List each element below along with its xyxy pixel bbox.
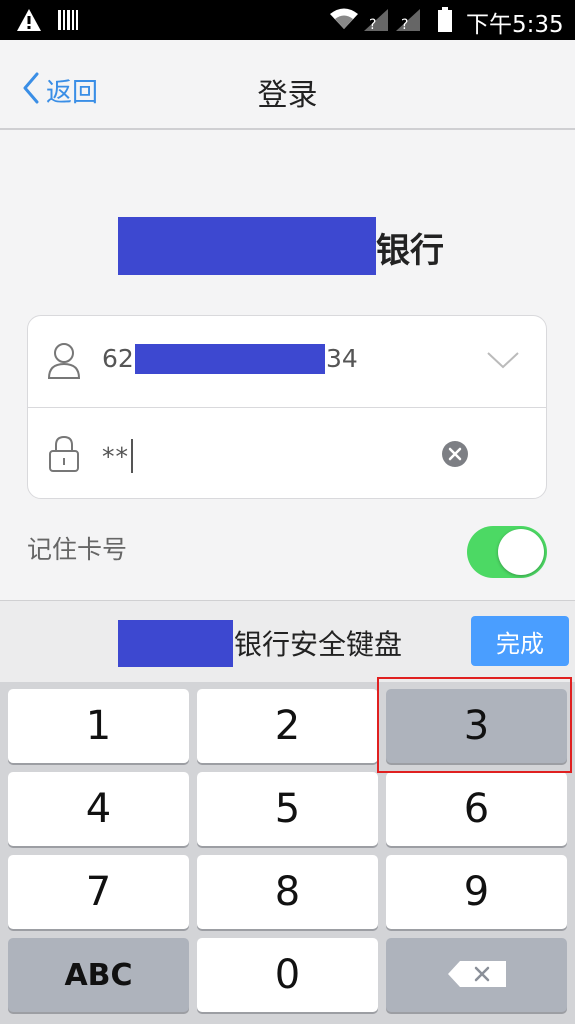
signal-icon: ?: [362, 8, 390, 36]
status-bar: ? ? 下午5:35: [0, 0, 575, 40]
password-value: **: [102, 441, 129, 471]
key-6[interactable]: 6: [386, 772, 567, 846]
battery-icon: [437, 7, 453, 37]
card-divider: [28, 407, 546, 408]
status-time: 下午5:35: [466, 12, 564, 38]
password-input[interactable]: **: [102, 436, 133, 476]
key-5[interactable]: 5: [197, 772, 378, 846]
remember-card-label: 记住卡号: [27, 535, 128, 564]
bank-name-redaction: [118, 217, 376, 275]
numeric-keypad: 1 2 3 4 5 6 7 8 9 ABC 0: [0, 682, 575, 1024]
key-abc[interactable]: ABC: [8, 938, 189, 1012]
done-button[interactable]: 完成: [471, 616, 569, 666]
page-title: 登录: [257, 78, 318, 113]
lock-icon: [46, 434, 82, 478]
key-0[interactable]: 0: [197, 938, 378, 1012]
wifi-icon: [329, 7, 359, 35]
account-number-redaction: [135, 344, 325, 374]
remember-card-toggle[interactable]: [467, 526, 547, 578]
login-screen: ? ? 下午5:35 返回 登录 银行 62 34 ** 记住卡号 银行安全键盘…: [0, 0, 575, 1024]
keyboard-bank-redaction: [118, 620, 233, 667]
account-number-prefix: 62: [102, 344, 134, 373]
text-caret: [131, 439, 133, 473]
svg-text:?: ?: [369, 17, 376, 32]
user-icon: [46, 340, 82, 384]
backspace-icon: [446, 952, 508, 998]
key-7[interactable]: 7: [8, 855, 189, 929]
warning-icon: [16, 8, 42, 36]
key-3[interactable]: 3: [386, 689, 567, 763]
signal-icon: ?: [394, 8, 422, 36]
key-9[interactable]: 9: [386, 855, 567, 929]
key-8[interactable]: 8: [197, 855, 378, 929]
keyboard-title: 银行安全键盘: [234, 628, 403, 661]
account-number-suffix: 34: [326, 344, 358, 373]
nav-bar: 返回 登录: [0, 40, 575, 130]
chevron-down-icon[interactable]: [486, 350, 520, 374]
key-1[interactable]: 1: [8, 689, 189, 763]
keyboard-header: 银行安全键盘 完成: [0, 600, 575, 682]
backspace-key[interactable]: [386, 938, 567, 1012]
clear-icon[interactable]: [441, 440, 469, 472]
key-4[interactable]: 4: [8, 772, 189, 846]
toggle-knob: [498, 529, 544, 575]
bank-name-suffix: 银行: [376, 231, 444, 271]
key-2[interactable]: 2: [197, 689, 378, 763]
login-card: 62 34 **: [27, 315, 547, 499]
barcode-icon: [58, 10, 78, 34]
svg-text:?: ?: [401, 17, 408, 32]
